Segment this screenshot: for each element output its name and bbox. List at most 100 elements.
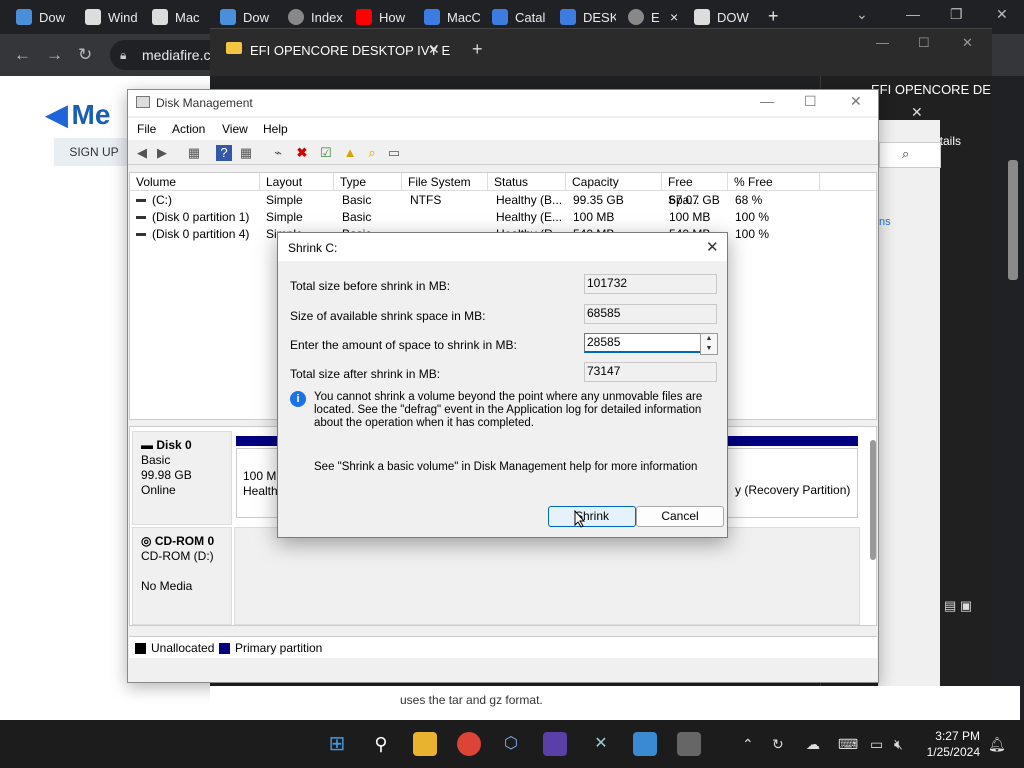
explorer-tab-title[interactable]: EFI OPENCORE DESKTOP IVY E xyxy=(250,43,450,58)
tab-label: Index xyxy=(311,9,343,25)
dialog-titlebar: Shrink C: ✕ xyxy=(278,233,727,261)
search-folder-icon[interactable]: ⌕ xyxy=(364,145,380,161)
url-text: mediafire.c xyxy=(142,47,211,63)
close-icon[interactable]: ✕ xyxy=(850,93,862,110)
cancel-button[interactable]: Cancel xyxy=(636,506,724,527)
disk0-label[interactable]: ▬ Disk 0 Basic 99.98 GB Online xyxy=(132,431,232,525)
folder-up-icon[interactable]: ▲ xyxy=(342,145,358,161)
view-toggle-icons[interactable]: ▤ ▣ xyxy=(944,598,988,614)
scrollbar-thumb[interactable] xyxy=(870,440,876,560)
col-status[interactable]: Status xyxy=(488,173,566,191)
url-field[interactable]: 🔒︎ mediafire.c xyxy=(110,40,220,70)
minimize-icon[interactable]: — xyxy=(760,93,774,109)
lock-icon: 🔒︎ xyxy=(120,48,127,62)
maximize-icon[interactable]: ☐ xyxy=(804,93,817,110)
menu-view[interactable]: View xyxy=(222,122,248,136)
browser-tab[interactable]: Wind xyxy=(85,4,140,30)
sync-icon[interactable]: ↻ xyxy=(772,736,784,753)
check-icon[interactable]: ☑ xyxy=(318,145,334,161)
browser-tab[interactable]: MacC xyxy=(424,4,480,30)
notification-icon[interactable]: 🔔︎ xyxy=(988,736,1006,753)
file-explorer-icon[interactable] xyxy=(413,732,437,756)
clock[interactable]: 3:27 PM 1/25/2024 xyxy=(916,728,980,760)
chevron-down-icon[interactable]: ⌄ xyxy=(856,6,868,23)
menu-file[interactable]: File xyxy=(137,122,156,136)
properties-icon[interactable]: ▦ xyxy=(186,145,202,161)
col-filesystem[interactable]: File System xyxy=(402,173,488,191)
chrome-icon[interactable] xyxy=(457,732,481,756)
connect-icon[interactable]: ⌁ xyxy=(270,145,286,161)
shrink-amount-spinner[interactable]: ▲ ▼ xyxy=(700,333,718,355)
tab-close-icon[interactable]: × xyxy=(670,4,682,30)
close-icon[interactable]: ✕ xyxy=(962,35,973,51)
minimize-icon[interactable]: — xyxy=(906,6,920,22)
xp-mode-icon[interactable]: ✕ xyxy=(589,732,613,756)
cdrom-media: No Media xyxy=(141,579,193,593)
back-icon[interactable]: ◀ xyxy=(134,145,150,161)
volume-muted-icon[interactable]: 🔇︎ xyxy=(894,736,903,753)
col-layout[interactable]: Layout xyxy=(260,173,334,191)
start-icon[interactable]: ⊞ xyxy=(325,732,349,756)
recovery-partition[interactable]: y (Recovery Partition) xyxy=(735,483,850,497)
network-icon[interactable]: ▭ xyxy=(870,736,883,753)
tab-label: Mac xyxy=(175,9,200,25)
close-icon[interactable]: ✕ xyxy=(428,41,440,58)
console-icon[interactable]: ▭ xyxy=(386,145,402,161)
table-row[interactable]: (Disk 0 partition 1) Simple Basic Health… xyxy=(130,209,876,226)
virtualbox-icon[interactable]: ⬡ xyxy=(499,732,523,756)
browser-tab[interactable]: DOW xyxy=(694,4,752,30)
browser-tab[interactable]: Dow xyxy=(16,4,70,30)
help-icon[interactable]: ? xyxy=(216,145,232,161)
back-icon[interactable]: ← xyxy=(14,45,31,65)
col-capacity[interactable]: Capacity xyxy=(566,173,662,191)
cloud-icon[interactable]: ☁ xyxy=(806,736,820,753)
shrink-button[interactable]: Shrink xyxy=(548,506,636,527)
cell-type: Basic xyxy=(342,210,372,224)
side-link[interactable]: ns xyxy=(879,216,891,228)
keyboard-icon[interactable]: ⌨ xyxy=(838,736,858,753)
browser-tab[interactable]: Index xyxy=(288,4,344,30)
search-field[interactable]: ⌕ xyxy=(879,142,941,168)
browser-tab[interactable]: Catal xyxy=(492,4,548,30)
spin-up-icon[interactable]: ▲ xyxy=(701,334,717,344)
chevron-up-icon[interactable]: ⌃ xyxy=(742,736,754,753)
tab-favicon-icon xyxy=(492,9,508,25)
new-tab-icon[interactable]: + xyxy=(472,39,483,60)
close-icon[interactable]: ✕ xyxy=(706,238,719,256)
cdrom-label[interactable]: ◎ CD-ROM 0 CD-ROM (D:) No Media xyxy=(132,527,232,625)
close-icon[interactable]: ✕ xyxy=(911,104,923,121)
browser-tab[interactable]: DESK xyxy=(560,4,616,30)
forward-icon[interactable]: → xyxy=(46,45,63,65)
browser-tab[interactable]: E xyxy=(628,4,664,30)
maximize-icon[interactable]: ❐ xyxy=(950,6,963,23)
cdrom-area[interactable] xyxy=(234,527,860,625)
forward-icon[interactable]: ▶ xyxy=(154,145,170,161)
col-type[interactable]: Type xyxy=(334,173,402,191)
minimize-icon[interactable]: — xyxy=(876,35,889,50)
browser-tab[interactable]: Dow xyxy=(220,4,274,30)
col-free-space[interactable]: Free Spa... xyxy=(662,173,728,207)
grid-icon[interactable]: ▦ xyxy=(238,145,254,161)
disk-management-icon[interactable] xyxy=(677,732,701,756)
browser-tab[interactable]: Mac xyxy=(152,4,206,30)
search-icon[interactable]: ⚲ xyxy=(369,732,393,756)
table-row[interactable]: (C:) Simple Basic NTFS Healthy (B... 99.… xyxy=(130,192,876,209)
mediafire-logo[interactable]: ◀ Me xyxy=(46,98,110,131)
scrollbar-thumb[interactable] xyxy=(1008,160,1018,280)
shrink-amount-input[interactable]: 28585 xyxy=(584,333,701,353)
spin-down-icon[interactable]: ▼ xyxy=(701,344,717,354)
monitor-icon[interactable] xyxy=(633,732,657,756)
menu-help[interactable]: Help xyxy=(263,122,288,136)
col-percent-free[interactable]: % Free xyxy=(728,173,820,191)
reload-icon[interactable]: ↻ xyxy=(78,45,92,65)
menu-action[interactable]: Action xyxy=(172,122,205,136)
col-volume[interactable]: Volume xyxy=(130,173,260,191)
maximize-icon[interactable]: ☐ xyxy=(918,35,930,51)
delete-icon[interactable]: ✖ xyxy=(294,145,310,161)
signup-button[interactable]: SIGN UP xyxy=(54,138,134,166)
new-tab-icon[interactable]: + xyxy=(768,6,779,27)
cell-filesystem: NTFS xyxy=(410,193,442,207)
cpu-icon[interactable] xyxy=(543,732,567,756)
close-icon[interactable]: ✕ xyxy=(996,6,1008,23)
browser-tab[interactable]: How xyxy=(356,4,410,30)
